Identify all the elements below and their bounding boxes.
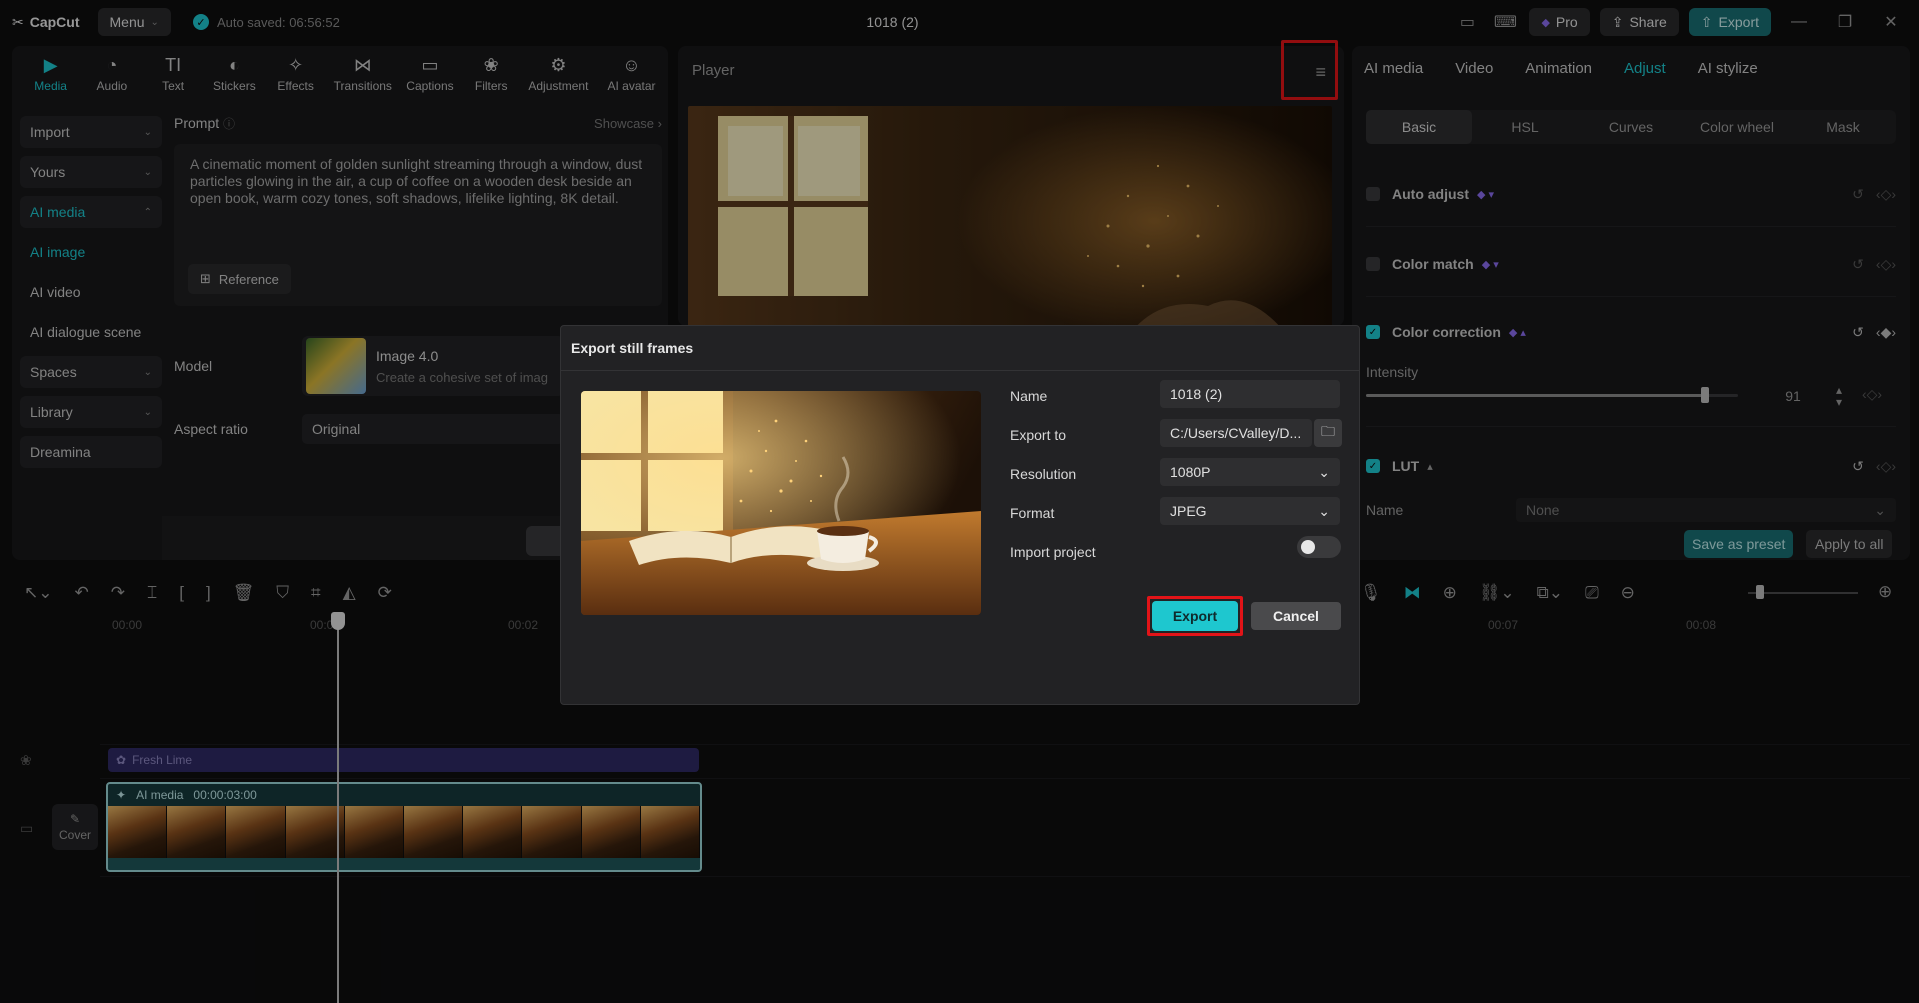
- resolution-select[interactable]: 1080P ⌄: [1160, 458, 1340, 486]
- export-to-label: Export to: [1010, 427, 1067, 443]
- toggle-knob: [1301, 540, 1315, 554]
- name-label: Name: [1010, 388, 1048, 404]
- export-highlight-box: [1147, 596, 1243, 636]
- folder-icon: 🗀: [1321, 423, 1335, 439]
- chevron-down-icon: ⌄: [1318, 463, 1330, 480]
- cancel-button[interactable]: Cancel: [1251, 602, 1341, 630]
- dialog-title: Export still frames: [571, 340, 694, 356]
- import-project-toggle[interactable]: [1297, 536, 1341, 558]
- import-project-label: Import project: [1010, 544, 1096, 560]
- export-still-frames-dialog: Export still frames Name 1018 (2) Export…: [560, 325, 1360, 705]
- frame-preview-image: [581, 391, 981, 615]
- format-select[interactable]: JPEG ⌄: [1160, 497, 1340, 525]
- export-path-input[interactable]: C:/Users/CValley/D...: [1160, 419, 1312, 447]
- folder-browse-button[interactable]: 🗀: [1314, 419, 1342, 447]
- frame-preview: [581, 391, 981, 615]
- chevron-down-icon: ⌄: [1318, 502, 1330, 519]
- name-input[interactable]: 1018 (2): [1160, 380, 1340, 408]
- dialog-divider: [561, 370, 1359, 371]
- resolution-label: Resolution: [1010, 466, 1077, 482]
- format-label: Format: [1010, 505, 1055, 521]
